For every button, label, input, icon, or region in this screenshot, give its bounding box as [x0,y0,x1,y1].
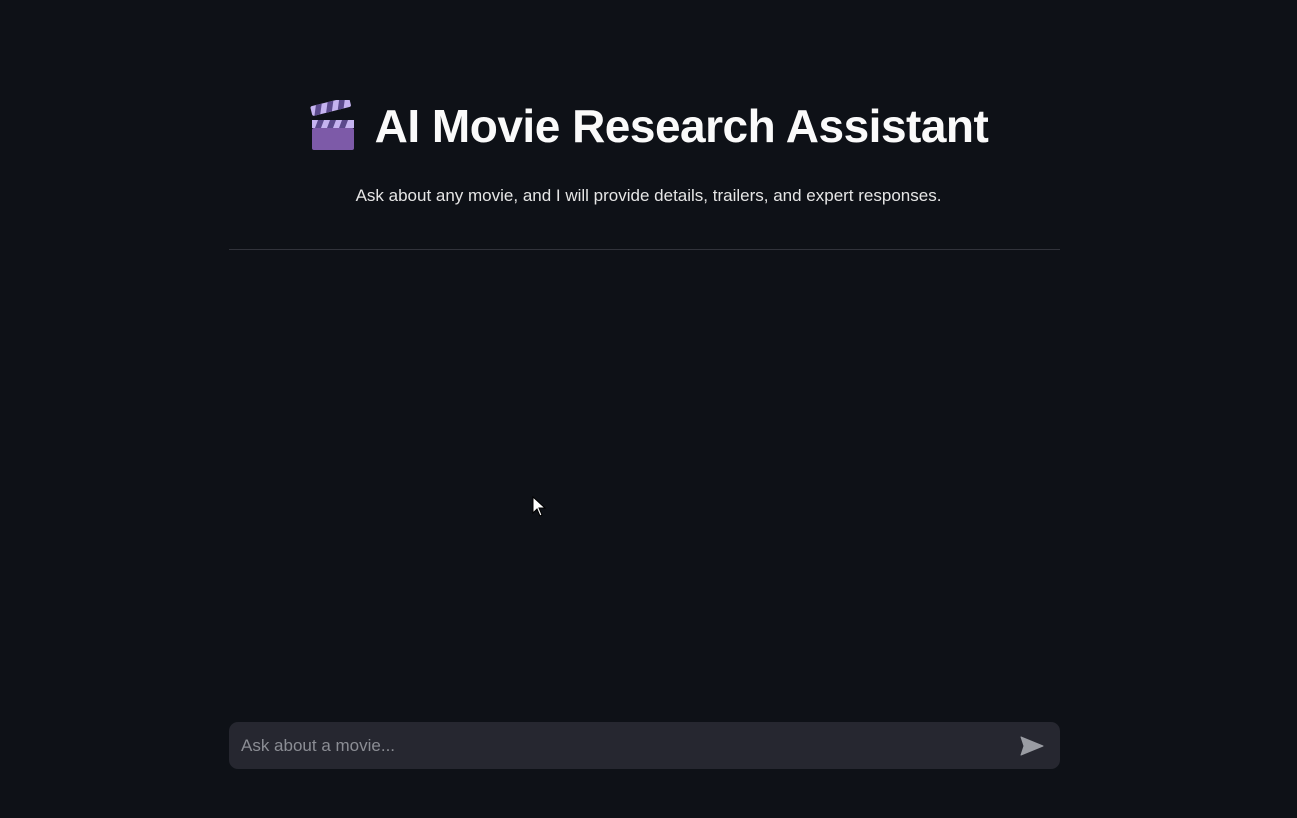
clapper-board-icon [310,100,354,150]
send-button[interactable] [1016,730,1048,762]
title-row: AI Movie Research Assistant [309,100,989,152]
mouse-cursor-icon [532,496,547,517]
chat-input-container [229,721,1060,770]
divider [229,249,1060,250]
app-root: AI Movie Research Assistant Ask about an… [0,0,1297,818]
send-icon [1020,736,1044,755]
page-title: AI Movie Research Assistant [374,100,989,152]
header: AI Movie Research Assistant [0,100,1297,152]
page-subtitle: Ask about any movie, and I will provide … [355,186,942,205]
chat-input[interactable] [239,721,1016,770]
